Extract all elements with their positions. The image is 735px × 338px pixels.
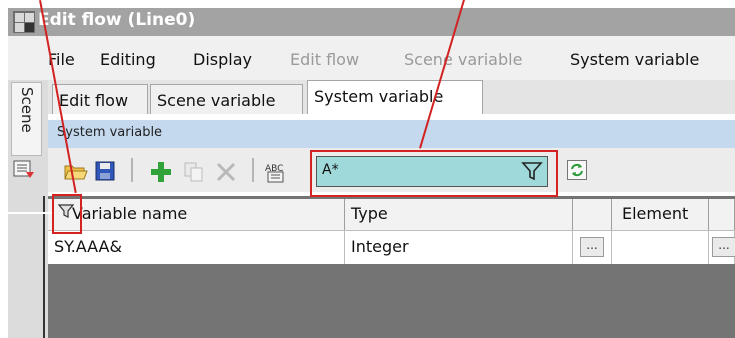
save-icon[interactable] — [95, 161, 115, 185]
menu-display[interactable]: Display — [193, 50, 252, 69]
toolbar-separator — [252, 158, 254, 182]
add-icon[interactable] — [150, 161, 172, 187]
menu-scene-variable[interactable]: Scene variable — [404, 50, 522, 69]
app-icon — [13, 11, 35, 33]
menu-edit-flow[interactable]: Edit flow — [290, 50, 359, 69]
column-header-label: Variable name — [72, 204, 188, 223]
cell-variable-name[interactable]: SY.AAA& — [48, 230, 345, 264]
column-header-type[interactable]: Type — [345, 199, 573, 230]
copy-icon[interactable] — [183, 161, 205, 187]
annotation-filter-box — [310, 150, 558, 197]
delete-icon[interactable] — [215, 161, 237, 187]
scene-list-icon[interactable] — [12, 158, 36, 180]
menu-system-variable[interactable]: System variable — [570, 50, 699, 69]
side-tab-label: Scene — [18, 87, 36, 133]
element-ellipsis-button[interactable]: ... — [712, 237, 735, 257]
window-title: Edit flow (Line0) — [38, 10, 196, 30]
column-header-blank — [709, 199, 735, 230]
column-header-element[interactable]: Element — [612, 199, 709, 230]
cell-type[interactable]: Integer — [345, 230, 573, 264]
cell-element[interactable] — [612, 230, 709, 264]
tab-system-variable[interactable]: System variable — [307, 80, 483, 114]
column-header-variable-name[interactable]: Variable name — [48, 199, 345, 230]
grid-left-border — [43, 196, 45, 338]
column-header-blank — [573, 199, 612, 230]
side-tab-scene[interactable]: Scene — [11, 82, 42, 156]
tab-edit-flow[interactable]: Edit flow — [52, 84, 148, 114]
annotation-header-filter-box — [52, 194, 82, 234]
refresh-icon[interactable] — [567, 160, 587, 180]
menu-editing[interactable]: Editing — [100, 50, 156, 69]
toolbar-separator — [131, 158, 133, 182]
type-ellipsis-button[interactable]: ... — [580, 237, 604, 257]
rename-icon[interactable]: ABC — [264, 161, 288, 187]
tab-scene-variable[interactable]: Scene variable — [150, 84, 303, 114]
annotation-white-gap — [0, 212, 52, 214]
open-folder-icon[interactable] — [64, 161, 88, 185]
panel-title: System variable — [57, 125, 163, 140]
